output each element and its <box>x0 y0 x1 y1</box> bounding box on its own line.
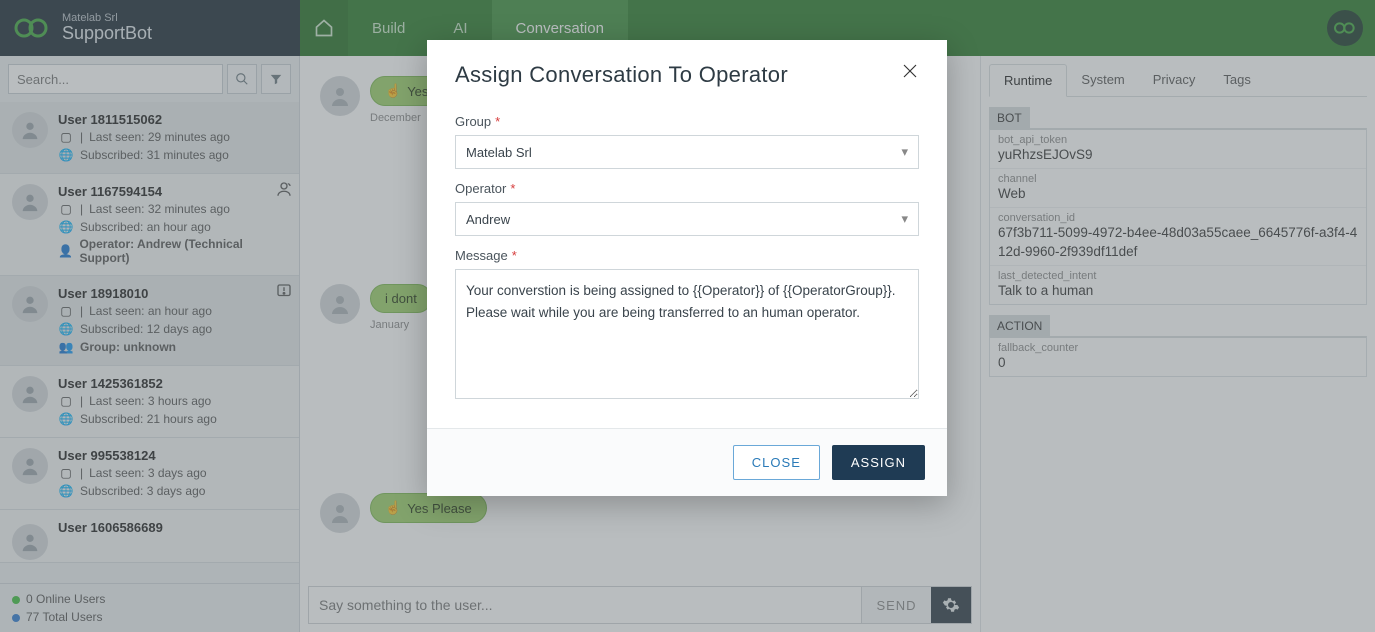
chevron-down-icon: ▾ <box>901 144 908 160</box>
operator-label: Operator* <box>455 181 919 196</box>
operator-select[interactable]: Andrew ▾ <box>455 202 919 236</box>
message-textarea[interactable] <box>455 269 919 399</box>
modal-title: Assign Conversation To Operator <box>455 62 901 88</box>
assign-operator-modal: Assign Conversation To Operator Group* M… <box>427 40 947 496</box>
close-icon[interactable] <box>901 62 919 80</box>
close-button[interactable]: CLOSE <box>733 445 820 480</box>
group-select[interactable]: Matelab Srl ▾ <box>455 135 919 169</box>
assign-button[interactable]: ASSIGN <box>832 445 925 480</box>
group-label: Group* <box>455 114 919 129</box>
message-label: Message* <box>455 248 919 263</box>
chevron-down-icon: ▾ <box>901 211 908 227</box>
